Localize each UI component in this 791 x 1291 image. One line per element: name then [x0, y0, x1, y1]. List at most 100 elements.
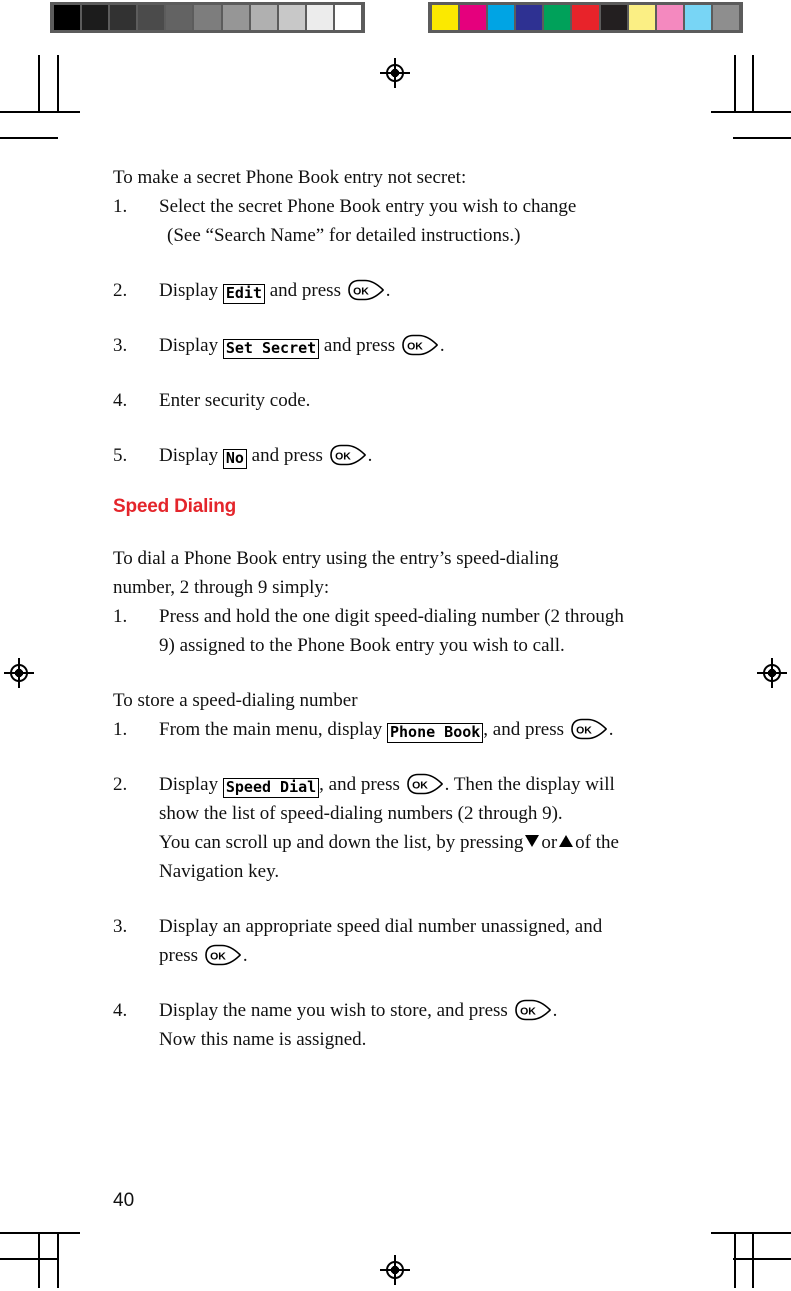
list-item-text: Display	[159, 280, 219, 301]
lcd-label-no: No	[222, 449, 247, 469]
list-item: 3. Display an appropriate speed dial num…	[113, 912, 693, 970]
list-item-body: Display the name you wish to store, and …	[159, 996, 693, 1054]
list-item-line: Display an appropriate speed dial number…	[159, 916, 603, 937]
page-number: 40	[113, 1190, 135, 1211]
lcd-label-edit: Edit	[222, 284, 265, 304]
grayscale-patch	[222, 5, 249, 30]
list-item-text: .	[552, 1000, 558, 1021]
list-item-number: 3.	[113, 335, 128, 356]
lcd-label-set-secret: Set Secret	[222, 339, 320, 359]
list-item: 4. Display the name you wish to store, a…	[113, 996, 693, 1054]
list-item-text: Display the name you wish to store, and …	[159, 1000, 508, 1021]
grayscale-calibration-bar	[50, 2, 365, 33]
list-item: 4. Enter security code.	[113, 386, 693, 415]
list-item: 1. From the main menu, display Phone Boo…	[113, 715, 693, 744]
ok-key-icon[interactable]: OK	[329, 444, 367, 466]
list-item-text: .	[385, 280, 391, 301]
list-item-body: Display Set Secret and press OK .	[159, 331, 693, 360]
list-item-line: Now this name is assigned.	[159, 1029, 367, 1050]
crop-mark-top-left-bleed-vertical	[57, 55, 59, 111]
list-item: 3. Display Set Secret and press OK .	[113, 331, 693, 360]
list-item-body: Select the secret Phone Book entry you w…	[159, 192, 693, 250]
grayscale-patch	[250, 5, 277, 30]
list-item-body: Enter security code.	[159, 390, 311, 411]
registration-target-left	[4, 658, 34, 688]
svg-text:OK: OK	[335, 451, 351, 463]
svg-text:OK: OK	[407, 341, 423, 353]
crop-mark-top-right-vertical	[752, 55, 754, 111]
speed-dial-intro-paragraph: To dial a Phone Book entry using the ent…	[113, 544, 693, 602]
list-item-text: Display	[159, 335, 219, 356]
list-item-number: 5.	[113, 445, 128, 466]
list-item-line: Navigation key.	[159, 861, 280, 882]
svg-text:OK: OK	[353, 286, 369, 298]
arrow-up-icon	[559, 835, 574, 847]
lcd-label-phone-book: Phone Book	[386, 723, 484, 743]
list-item-text: Display	[159, 774, 219, 795]
registration-target-top	[380, 58, 410, 88]
crop-mark-top-right-horizontal	[711, 111, 791, 113]
grayscale-patch	[138, 5, 165, 30]
list-item-number: 1.	[113, 196, 128, 217]
svg-text:OK: OK	[412, 780, 428, 792]
list-item-line: show the list of speed-dialing numbers (…	[159, 803, 563, 824]
crop-mark-bottom-right-bleed-vertical	[734, 1232, 736, 1288]
arrow-down-icon	[525, 835, 540, 847]
color-patch	[656, 5, 683, 30]
crop-mark-top-left-bleed-horizontal	[0, 137, 58, 139]
crop-mark-top-left-horizontal	[0, 111, 80, 113]
svg-text:OK: OK	[210, 951, 226, 963]
list-item-line: (See “Search Name” for detailed instruct…	[167, 225, 521, 246]
list-item-body: Display No and press OK .	[159, 441, 693, 470]
color-patch	[544, 5, 571, 30]
ok-key-icon[interactable]: OK	[514, 999, 552, 1021]
registration-target-right	[757, 658, 787, 688]
grayscale-patch	[110, 5, 137, 30]
list-item-text: , and press	[319, 774, 400, 795]
ok-key-icon[interactable]: OK	[406, 773, 444, 795]
list-item-text: , and press	[483, 719, 565, 740]
ok-key-icon[interactable]: OK	[401, 334, 439, 356]
grayscale-patch	[334, 5, 362, 30]
paragraph-line: To dial a Phone Book entry using the ent…	[113, 548, 559, 569]
list-item-body: Display an appropriate speed dial number…	[159, 912, 693, 970]
grayscale-patch	[306, 5, 333, 30]
grayscale-patch	[278, 5, 305, 30]
list-item-text: and press	[323, 335, 396, 356]
list-item: 1. Press and hold the one digit speed-di…	[113, 602, 693, 660]
list-item-text: You can scroll up and down the list, by …	[159, 832, 524, 853]
color-patch	[516, 5, 543, 30]
list-item-body: Display Edit and press OK .	[159, 276, 693, 305]
list-item: 5. Display No and press OK .	[113, 441, 693, 470]
color-calibration-bar	[428, 2, 743, 33]
list-item-text: and press	[251, 445, 323, 466]
list-item-text: .	[608, 719, 614, 740]
store-intro-paragraph: To store a speed-dialing number	[113, 690, 358, 711]
grayscale-patch	[194, 5, 221, 30]
crop-mark-bottom-left-vertical	[38, 1232, 40, 1288]
paragraph-line: number, 2 through 9 simply:	[113, 577, 330, 598]
crop-mark-bottom-left-bleed-horizontal	[0, 1258, 58, 1260]
list-item-text: Display	[159, 445, 219, 466]
list-item: 2. Display Edit and press OK .	[113, 276, 693, 305]
list-item-text: press	[159, 945, 199, 966]
crop-mark-bottom-right-bleed-horizontal	[733, 1258, 791, 1260]
list-item-text: of the	[575, 832, 619, 853]
list-item-number: 4.	[113, 1000, 128, 1021]
section-heading-speed-dialing: Speed Dialing	[113, 496, 237, 517]
crop-mark-top-right-bleed-vertical	[734, 55, 736, 111]
ok-key-icon[interactable]: OK	[347, 279, 385, 301]
lcd-label-speed-dial: Speed Dial	[222, 778, 320, 798]
list-item-body: Press and hold the one digit speed-diali…	[159, 602, 693, 660]
registration-target-bottom	[380, 1255, 410, 1285]
color-patch	[488, 5, 515, 30]
list-item-number: 2.	[113, 774, 128, 795]
list-item-line: Select the secret Phone Book entry you w…	[159, 196, 577, 217]
color-patch	[712, 5, 740, 30]
color-patch	[684, 5, 711, 30]
ok-key-icon[interactable]: OK	[570, 718, 608, 740]
crop-mark-bottom-left-horizontal	[0, 1232, 80, 1234]
list-item: 2. Display Speed Dial, and press OK . Th…	[113, 770, 693, 886]
ok-key-icon[interactable]: OK	[204, 944, 242, 966]
svg-text:OK: OK	[576, 725, 592, 737]
